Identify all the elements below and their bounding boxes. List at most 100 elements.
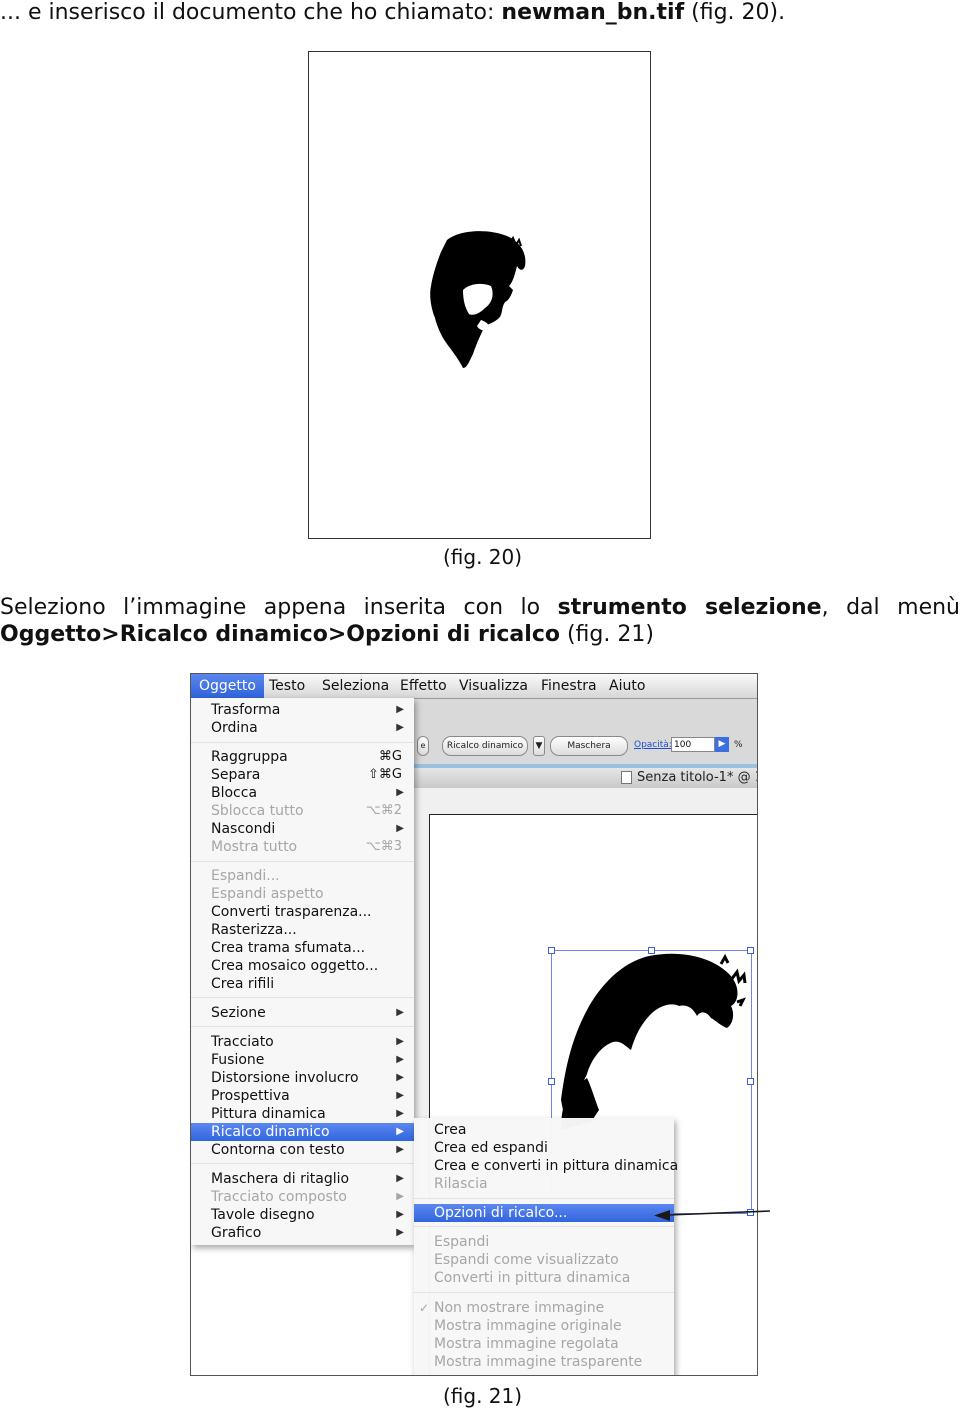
menu-effetto[interactable]: Effetto bbox=[400, 677, 447, 695]
selection-handle[interactable] bbox=[747, 947, 754, 954]
submenu-item-espandi-come-visualizzato[interactable]: Espandi come visualizzato bbox=[414, 1251, 674, 1269]
intro-text-after: (fig. 20). bbox=[684, 0, 786, 25]
menu-item-crea-mosaico-oggetto[interactable]: Crea mosaico oggetto... bbox=[191, 957, 414, 975]
menu-item-label: Contorna con testo bbox=[211, 1142, 345, 1158]
submenu-arrow-icon: ▶ bbox=[396, 1126, 404, 1137]
submenu-arrow-icon: ▶ bbox=[396, 1054, 404, 1065]
menu-item-label: Crea rifili bbox=[211, 976, 275, 992]
document-tab-title[interactable]: Senza titolo-1* @ 11 bbox=[637, 770, 757, 785]
menu-item-tracciato[interactable]: Tracciato ▶ bbox=[191, 1033, 414, 1051]
menu-seleziona[interactable]: Seleziona bbox=[322, 677, 389, 695]
maschera-button[interactable]: Maschera bbox=[550, 736, 628, 756]
menu-item-label: Mostra immagine originale bbox=[434, 1318, 622, 1334]
menu-item-shortcut: ⇧⌘G bbox=[368, 767, 402, 782]
menu-item-espandi[interactable]: Espandi... bbox=[191, 867, 414, 885]
menu-item-raggruppa[interactable]: Raggruppa ⌘G bbox=[191, 748, 414, 766]
menu-item-espandi-aspetto[interactable]: Espandi aspetto bbox=[191, 885, 414, 903]
submenu-item-espandi[interactable]: Espandi bbox=[414, 1233, 674, 1251]
menu-item-trasforma[interactable]: Trasforma ▶ bbox=[191, 701, 414, 719]
menu-separator bbox=[414, 1226, 674, 1227]
submenu-item-rilascia[interactable]: Rilascia bbox=[414, 1175, 674, 1193]
menu-item-ricalco-dinamico[interactable]: Ricalco dinamico ▶ bbox=[191, 1123, 414, 1141]
intro-line: ... e inserisco il documento che ho chia… bbox=[0, 0, 960, 26]
submenu-item-mostra-immagine-regolata[interactable]: Mostra immagine regolata bbox=[414, 1335, 674, 1353]
opacity-arrow-icon[interactable]: ▶ bbox=[715, 737, 729, 752]
menu-aiuto[interactable]: Aiuto bbox=[609, 677, 645, 695]
submenu-item-opzioni-di-ricalco[interactable]: Opzioni di ricalco... bbox=[414, 1204, 674, 1222]
menu-item-label: Grafico bbox=[211, 1225, 262, 1241]
menu-item-sblocca-tutto[interactable]: Sblocca tutto ⌥⌘2 bbox=[191, 802, 414, 820]
menu-item-label: Mostra tutto bbox=[211, 839, 298, 855]
menu-item-shortcut: ⌥⌘2 bbox=[365, 803, 402, 818]
submenu-item-crea[interactable]: Crea bbox=[414, 1121, 674, 1139]
menu-item-label: Raggruppa bbox=[211, 749, 288, 765]
menu-item-crea-trama-sfumata[interactable]: Crea trama sfumata... bbox=[191, 939, 414, 957]
submenu-arrow-icon: ▶ bbox=[396, 1173, 404, 1184]
menu-separator bbox=[191, 861, 414, 862]
menu-item-converti-trasparenza[interactable]: Converti trasparenza... bbox=[191, 903, 414, 921]
menu-item-prospettiva[interactable]: Prospettiva ▶ bbox=[191, 1087, 414, 1105]
menu-item-label: Opzioni di ricalco... bbox=[434, 1205, 568, 1221]
submenu-item-mostra-immagine-trasparente[interactable]: Mostra immagine trasparente bbox=[414, 1353, 674, 1371]
menu-item-label: Fusione bbox=[211, 1052, 265, 1068]
menu-item-label: Rasterizza... bbox=[211, 922, 297, 938]
menu-item-rasterizza[interactable]: Rasterizza... bbox=[191, 921, 414, 939]
dropdown-arrow-icon[interactable]: ▼ bbox=[533, 736, 545, 756]
intro-filename: newman_bn.tif bbox=[501, 0, 685, 25]
menu-item-tracciato-composto[interactable]: Tracciato composto ▶ bbox=[191, 1188, 414, 1206]
menu-item-maschera-di-ritaglio[interactable]: Maschera di ritaglio ▶ bbox=[191, 1170, 414, 1188]
menu-item-fusione[interactable]: Fusione ▶ bbox=[191, 1051, 414, 1069]
submenu-item-mostra-immagine-originale[interactable]: Mostra immagine originale bbox=[414, 1317, 674, 1335]
ricalco-dinamico-submenu: Crea Crea ed espandi Crea e converti in … bbox=[414, 1118, 678, 1375]
selection-handle[interactable] bbox=[548, 947, 555, 954]
menu-item-contorna-con-testo[interactable]: Contorna con testo ▶ bbox=[191, 1141, 414, 1159]
menu-bar: Oggetto Testo Seleziona Effetto Visualiz… bbox=[191, 674, 757, 699]
menu-oggetto[interactable]: Oggetto bbox=[191, 674, 264, 698]
document-icon bbox=[621, 771, 632, 784]
menu-separator bbox=[191, 742, 414, 743]
menu-item-tavole-disegno[interactable]: Tavole disegno ▶ bbox=[191, 1206, 414, 1224]
submenu-arrow-icon: ▶ bbox=[396, 1144, 404, 1155]
opacity-label[interactable]: Opacità: bbox=[634, 740, 672, 750]
submenu-item-crea-ed-espandi[interactable]: Crea ed espandi bbox=[414, 1139, 674, 1157]
menu-item-label: Pittura dinamica bbox=[211, 1106, 326, 1122]
menu-testo[interactable]: Testo bbox=[269, 677, 305, 695]
checkmark-icon: ✓ bbox=[419, 1301, 430, 1315]
opacity-input[interactable]: 100 bbox=[671, 737, 715, 752]
menu-separator bbox=[191, 1163, 414, 1164]
paragraph-text: Seleziono l’immagine appena inserita con… bbox=[0, 595, 558, 620]
menu-item-grafico[interactable]: Grafico ▶ bbox=[191, 1224, 414, 1242]
control-panel-button-partial[interactable]: e bbox=[417, 736, 429, 756]
selection-handle[interactable] bbox=[648, 947, 655, 954]
menu-item-mostra-tutto[interactable]: Mostra tutto ⌥⌘3 bbox=[191, 838, 414, 856]
submenu-item-non-mostrare-immagine[interactable]: ✓ Non mostrare immagine bbox=[414, 1299, 674, 1317]
selection-handle[interactable] bbox=[548, 1078, 555, 1085]
submenu-item-crea-e-converti[interactable]: Crea e converti in pittura dinamica bbox=[414, 1157, 678, 1175]
paragraph-text: (fig. 21) bbox=[559, 622, 654, 647]
menu-item-label: Converti in pittura dinamica bbox=[434, 1270, 631, 1286]
menu-finestra[interactable]: Finestra bbox=[541, 677, 597, 695]
selection-handle[interactable] bbox=[747, 1209, 754, 1216]
menu-item-label: Mostra immagine trasparente bbox=[434, 1354, 643, 1370]
menu-item-distorsione-involucro[interactable]: Distorsione involucro ▶ bbox=[191, 1069, 414, 1087]
menu-item-ordina[interactable]: Ordina ▶ bbox=[191, 719, 414, 737]
menu-item-label: Trasforma bbox=[211, 702, 281, 718]
menu-item-separa[interactable]: Separa ⇧⌘G bbox=[191, 766, 414, 784]
menu-item-nascondi[interactable]: Nascondi ▶ bbox=[191, 820, 414, 838]
menu-path: Oggetto>Ricalco dinamico>Opzioni di rica… bbox=[0, 622, 560, 647]
opacity-unit: % bbox=[734, 740, 743, 750]
menu-item-blocca[interactable]: Blocca ▶ bbox=[191, 784, 414, 802]
menu-item-label: Distorsione involucro bbox=[211, 1070, 359, 1086]
selection-handle[interactable] bbox=[747, 1078, 754, 1085]
ricalco-dinamico-button[interactable]: Ricalco dinamico bbox=[442, 736, 528, 756]
submenu-item-converti-in-pittura-dinamica[interactable]: Converti in pittura dinamica bbox=[414, 1269, 674, 1287]
menu-item-sezione[interactable]: Sezione ▶ bbox=[191, 1004, 414, 1022]
menu-item-label: Espandi... bbox=[211, 868, 280, 884]
menu-item-pittura-dinamica[interactable]: Pittura dinamica ▶ bbox=[191, 1105, 414, 1123]
menu-visualizza[interactable]: Visualizza bbox=[459, 677, 528, 695]
menu-separator bbox=[191, 997, 414, 998]
menu-item-crea-rifili[interactable]: Crea rifili bbox=[191, 975, 414, 993]
submenu-arrow-icon: ▶ bbox=[396, 1191, 404, 1202]
submenu-arrow-icon: ▶ bbox=[396, 1072, 404, 1083]
menu-item-label: Ordina bbox=[211, 720, 258, 736]
